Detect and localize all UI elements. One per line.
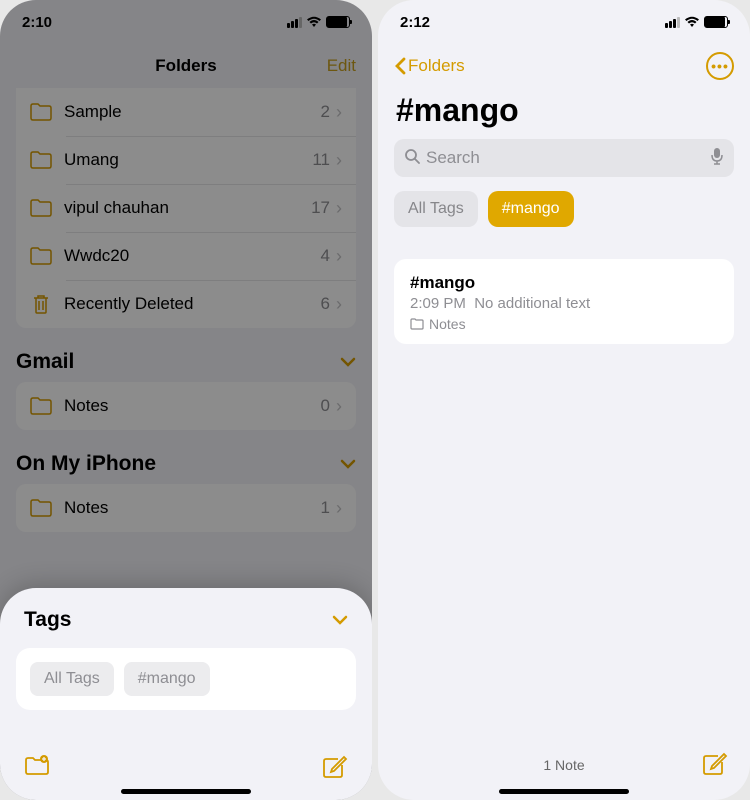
ellipsis-icon: ••• [711, 58, 729, 74]
filter-chip-mango[interactable]: #mango [488, 191, 574, 227]
folder-icon [30, 499, 52, 517]
folder-count: 17 [311, 198, 330, 218]
folder-row-umang[interactable]: Umang 11 › [16, 136, 356, 184]
filter-chip-all-tags[interactable]: All Tags [394, 191, 478, 227]
compose-icon[interactable] [702, 750, 728, 776]
folder-count: 2 [321, 102, 330, 122]
folder-row-local-notes[interactable]: Notes 1 › [16, 484, 356, 532]
section-title: Gmail [16, 350, 74, 374]
page-title: #mango [378, 88, 750, 139]
compose-icon[interactable] [322, 753, 348, 779]
status-bar: 2:10 [0, 0, 372, 44]
battery-icon [326, 16, 350, 28]
cellular-icon [665, 17, 680, 28]
tag-chip-all[interactable]: All Tags [30, 662, 114, 696]
tags-header[interactable]: Tags [0, 588, 372, 642]
note-preview: No additional text [474, 295, 590, 312]
chevron-right-icon: › [336, 102, 342, 123]
note-item[interactable]: #mango 2:09 PM No additional text Notes [394, 259, 734, 344]
edit-button[interactable]: Edit [327, 56, 356, 76]
chevron-down-icon [340, 459, 356, 469]
status-icons [665, 16, 728, 28]
folder-row-sample[interactable]: Sample 2 › [16, 88, 356, 136]
folder-name: Notes [64, 396, 321, 416]
status-time: 2:10 [22, 14, 52, 31]
folder-name: vipul chauhan [64, 198, 311, 218]
local-folder-list: Notes 1 › [16, 484, 356, 532]
tags-title: Tags [24, 608, 71, 632]
chevron-down-icon [332, 615, 348, 625]
search-icon [404, 148, 420, 169]
trash-icon [30, 293, 52, 315]
mic-icon[interactable] [710, 147, 724, 170]
home-indicator[interactable] [499, 789, 629, 794]
folder-name: Sample [64, 102, 321, 122]
folder-icon [30, 151, 52, 169]
folders-screen: 2:10 Folders Edit Sample 2 › Umang 11 › [0, 0, 372, 800]
folder-icon [30, 103, 52, 121]
folder-icon [410, 318, 424, 330]
note-folder: Notes [429, 316, 466, 332]
chevron-right-icon: › [336, 396, 342, 417]
folder-name: Wwdc20 [64, 246, 321, 266]
back-label: Folders [408, 56, 465, 76]
section-title: On My iPhone [16, 452, 156, 476]
folder-name: Recently Deleted [64, 294, 321, 314]
status-time: 2:12 [400, 14, 430, 31]
section-on-my-iphone[interactable]: On My iPhone [0, 430, 372, 484]
note-count: 1 Note [543, 757, 584, 773]
note-location: Notes [410, 316, 718, 332]
folder-row-wwdc[interactable]: Wwdc20 4 › [16, 232, 356, 280]
note-time: 2:09 PM [410, 295, 466, 312]
folder-count: 4 [321, 246, 330, 266]
chevron-right-icon: › [336, 294, 342, 315]
nav-bar: Folders ••• [378, 44, 750, 88]
chevron-down-icon [340, 357, 356, 367]
search-placeholder: Search [426, 148, 704, 168]
new-folder-icon[interactable] [24, 753, 50, 779]
wifi-icon [306, 16, 322, 28]
folder-count: 0 [321, 396, 330, 416]
search-input[interactable]: Search [394, 139, 734, 177]
folder-icon [30, 247, 52, 265]
tag-chip-mango[interactable]: #mango [124, 662, 210, 696]
status-icons [287, 16, 350, 28]
more-button[interactable]: ••• [706, 52, 734, 80]
chevron-right-icon: › [336, 498, 342, 519]
status-bar: 2:12 [378, 0, 750, 44]
note-title: #mango [410, 273, 718, 293]
section-gmail[interactable]: Gmail [0, 328, 372, 382]
folder-count: 6 [321, 294, 330, 314]
note-subtitle: 2:09 PM No additional text [410, 295, 718, 312]
icloud-folders-list: Sample 2 › Umang 11 › vipul chauhan 17 ›… [16, 88, 356, 328]
home-indicator[interactable] [121, 789, 251, 794]
chevron-right-icon: › [336, 246, 342, 267]
folder-icon [30, 397, 52, 415]
tag-notes-screen: 2:12 Folders ••• #mango Search All Tags … [378, 0, 750, 800]
folder-row-recently-deleted[interactable]: Recently Deleted 6 › [16, 280, 356, 328]
folder-row-gmail-notes[interactable]: Notes 0 › [16, 382, 356, 430]
folder-icon [30, 199, 52, 217]
folder-name: Notes [64, 498, 321, 518]
chevron-right-icon: › [336, 198, 342, 219]
nav-bar: Folders Edit [0, 44, 372, 88]
filter-row: All Tags #mango [378, 177, 750, 241]
folder-count: 11 [312, 150, 330, 170]
battery-icon [704, 16, 728, 28]
folder-count: 1 [321, 498, 330, 518]
chevron-left-icon [394, 57, 406, 75]
back-button[interactable]: Folders [394, 56, 465, 76]
folder-row-vipul[interactable]: vipul chauhan 17 › [16, 184, 356, 232]
nav-title: Folders [155, 56, 216, 76]
folder-name: Umang [64, 150, 312, 170]
cellular-icon [287, 17, 302, 28]
gmail-folder-list: Notes 0 › [16, 382, 356, 430]
wifi-icon [684, 16, 700, 28]
chevron-right-icon: › [336, 150, 342, 171]
tags-chip-row: All Tags #mango [16, 648, 356, 710]
